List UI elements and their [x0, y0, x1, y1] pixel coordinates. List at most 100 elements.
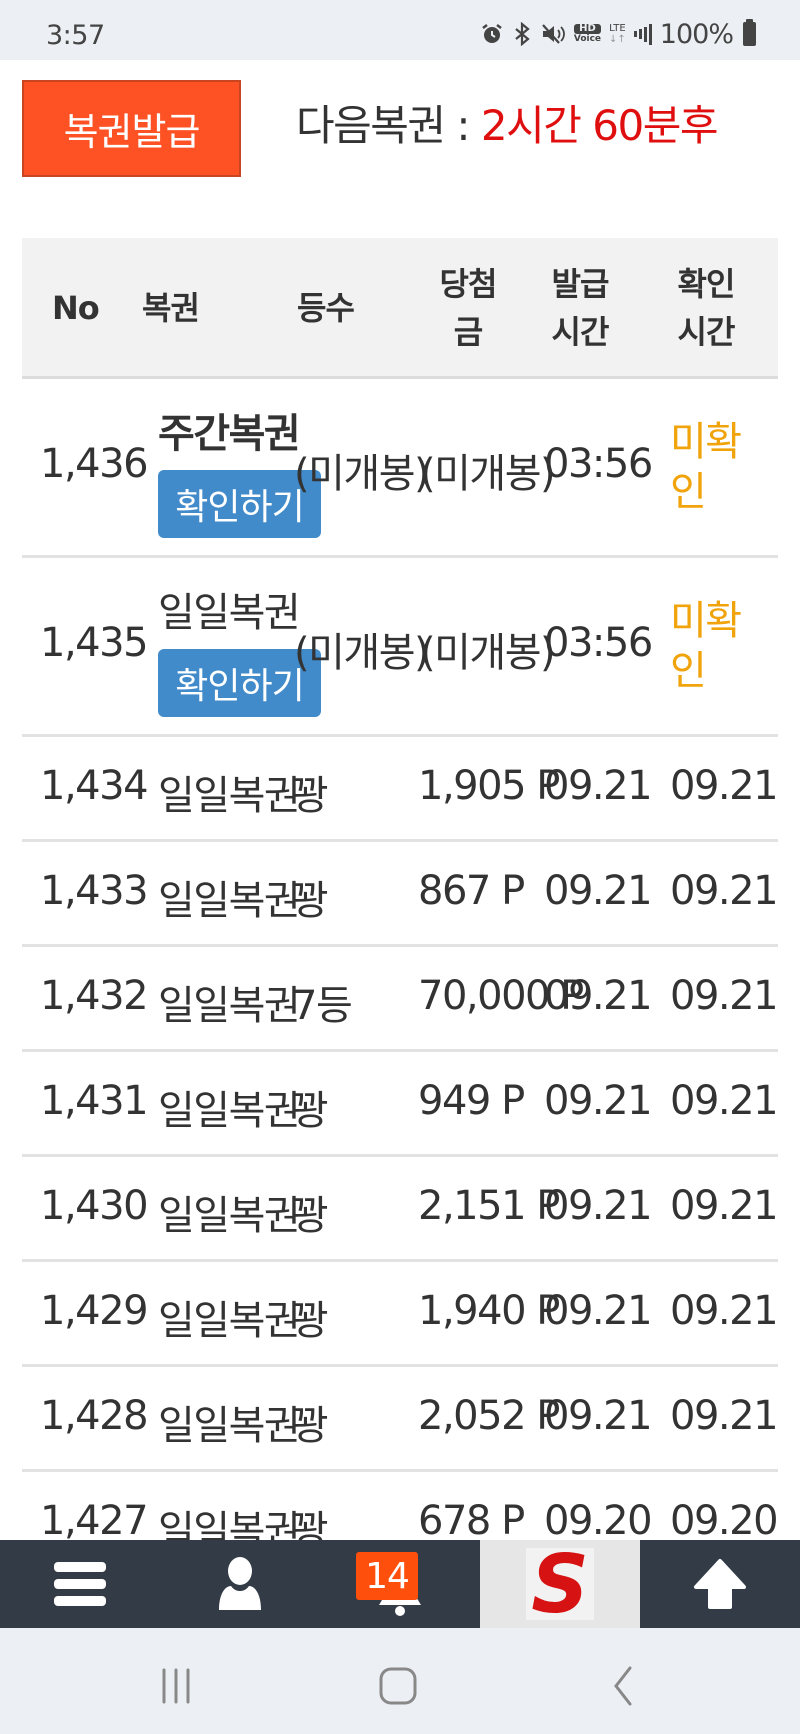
row-no: 1,433 — [40, 868, 149, 914]
table-row: 1,436 주간복권 확인하기 (미개봉) (미개봉) 03:56 미확 인 — [22, 379, 778, 558]
row-checked-time: 09.21 — [670, 763, 779, 809]
recents-icon — [162, 1668, 190, 1704]
clock: 3:57 — [46, 20, 105, 51]
row-rank: 꽝 — [292, 1403, 329, 1449]
row-prize: 2,151 P — [418, 1183, 560, 1229]
column-no: No — [52, 289, 100, 327]
row-rank: 7등 — [292, 983, 353, 1029]
row-prize: 2,052 P — [418, 1393, 560, 1439]
table-row: 1,435 일일복권 확인하기 (미개봉) (미개봉) 03:56 미확 인 — [22, 558, 778, 737]
next-lottery-label: 다음복권 : — [296, 101, 481, 150]
menu-icon — [54, 1562, 106, 1606]
battery-icon — [743, 19, 756, 46]
bluetooth-icon — [512, 22, 532, 46]
row-rank: 꽝 — [292, 1193, 329, 1239]
table-row: 1,431 일일복권 꽝 949 P 09.21 09.21 — [22, 1052, 779, 1157]
row-lottery: 일일복권 — [158, 1088, 301, 1134]
svg-text:S: S — [531, 1548, 589, 1620]
notification-badge: 14 — [356, 1552, 418, 1600]
lottery-history-table: No 복권 등수 당첨 금 발급 시간 확인 시간 1,436 주간복권 확인하… — [22, 238, 779, 1577]
row-lottery: 일일복권 — [158, 590, 301, 636]
table-row: 1,432 일일복권 7등 70,000 P 09.21 09.21 — [22, 947, 779, 1052]
alarm-icon — [480, 22, 504, 46]
row-checked-time: 09.21 — [670, 1288, 779, 1334]
row-prize: 867 P — [418, 868, 525, 914]
row-prize: (미개봉) — [420, 451, 556, 497]
row-prize: 1,905 P — [418, 763, 560, 809]
row-no: 1,430 — [40, 1183, 149, 1229]
status-icons: HD Voice LTE ↓↑ 100% — [480, 18, 756, 50]
row-lottery: 일일복권 — [158, 1403, 301, 1449]
row-issued-time: 03:56 — [544, 441, 653, 487]
row-issued-time: 09.20 — [544, 1498, 653, 1544]
lte-icon: LTE ↓↑ — [609, 23, 626, 45]
hd-voice-icon: HD Voice — [573, 23, 602, 44]
row-issued-time: 09.21 — [544, 973, 653, 1019]
column-lottery: 복권 — [142, 289, 200, 327]
system-nav-bar — [0, 1628, 800, 1734]
recents-button[interactable] — [146, 1656, 206, 1716]
row-rank: 꽝 — [292, 773, 329, 819]
battery-percent: 100% — [659, 18, 734, 50]
row-no: 1,427 — [40, 1498, 149, 1544]
user-icon — [219, 1557, 261, 1610]
row-checked-time: 09.21 — [670, 1183, 779, 1229]
row-issued-time: 09.21 — [544, 868, 653, 914]
row-issued-time: 09.21 — [544, 1288, 653, 1334]
row-no: 1,436 — [40, 441, 149, 487]
row-no: 1,432 — [40, 973, 149, 1019]
row-rank: 꽝 — [292, 1088, 329, 1134]
table-row: 1,434 일일복권 꽝 1,905 P 09.21 09.21 — [22, 737, 779, 842]
row-prize: 949 P — [418, 1078, 525, 1124]
home-icon — [379, 1667, 417, 1705]
site-logo: S — [526, 1548, 594, 1620]
row-no: 1,428 — [40, 1393, 149, 1439]
row-no: 1,429 — [40, 1288, 149, 1334]
row-no: 1,434 — [40, 763, 149, 809]
row-checked-time: 09.21 — [670, 868, 779, 914]
row-prize: 678 P — [418, 1498, 525, 1544]
row-rank: 꽝 — [292, 878, 329, 924]
row-checked-time: 09.21 — [670, 973, 779, 1019]
status-bar: 3:57 HD Voice LTE ↓↑ 100% — [0, 0, 800, 60]
table-body: 1,434 일일복권 꽝 1,905 P 09.21 09.21 1,433 일일복권 꽝 867… — [22, 737, 779, 1577]
menu-button[interactable] — [0, 1540, 160, 1628]
row-no: 1,435 — [40, 620, 149, 666]
row-checked-time: 09.21 — [670, 1393, 779, 1439]
mute-icon — [540, 22, 566, 46]
row-lottery: 일일복권 — [158, 1298, 301, 1344]
row-checked-status: 미확 인 — [670, 598, 742, 694]
row-lottery: 일일복권 — [158, 1193, 301, 1239]
back-button[interactable] — [594, 1656, 654, 1716]
row-issued-time: 09.21 — [544, 1078, 653, 1124]
row-lottery: 주간복권 — [158, 411, 301, 457]
profile-button[interactable] — [160, 1540, 320, 1628]
row-rank: 꽝 — [292, 1298, 329, 1344]
column-rank: 등수 — [297, 289, 355, 327]
scroll-top-button[interactable] — [640, 1540, 800, 1628]
site-logo-button[interactable]: S — [480, 1540, 640, 1628]
issue-lottery-button[interactable]: 복권발급 — [22, 80, 241, 177]
table-row: 1,429 일일복권 꽝 1,940 P 09.21 09.21 — [22, 1262, 779, 1367]
arrow-up-icon — [694, 1559, 746, 1609]
row-checked-time: 09.20 — [670, 1498, 779, 1544]
row-lottery: 일일복권 — [158, 878, 301, 924]
row-no: 1,431 — [40, 1078, 149, 1124]
signal-icon — [633, 23, 652, 45]
row-lottery: 일일복권 — [158, 983, 301, 1029]
row-issued-time: 09.21 — [544, 1183, 653, 1229]
next-lottery-countdown: 2시간 60분후 — [480, 101, 719, 150]
row-issued-time: 09.21 — [544, 1393, 653, 1439]
table-header: No 복권 등수 당첨 금 발급 시간 확인 시간 — [22, 238, 778, 379]
column-checked-time: 확인 시간 — [677, 265, 736, 351]
table-row: 1,428 일일복권 꽝 2,052 P 09.21 09.21 — [22, 1367, 779, 1472]
home-button[interactable] — [368, 1656, 428, 1716]
column-prize: 당첨 금 — [439, 265, 498, 351]
row-prize: (미개봉) — [420, 630, 556, 676]
row-issued-time: 09.21 — [544, 763, 653, 809]
next-lottery-timer: 다음복권 : 2시간 60분후 — [296, 92, 719, 153]
row-lottery: 일일복권 — [158, 773, 301, 819]
row-checked-time: 09.21 — [670, 1078, 779, 1124]
row-issued-time: 03:56 — [544, 620, 653, 666]
row-rank: (미개봉) — [294, 451, 430, 497]
